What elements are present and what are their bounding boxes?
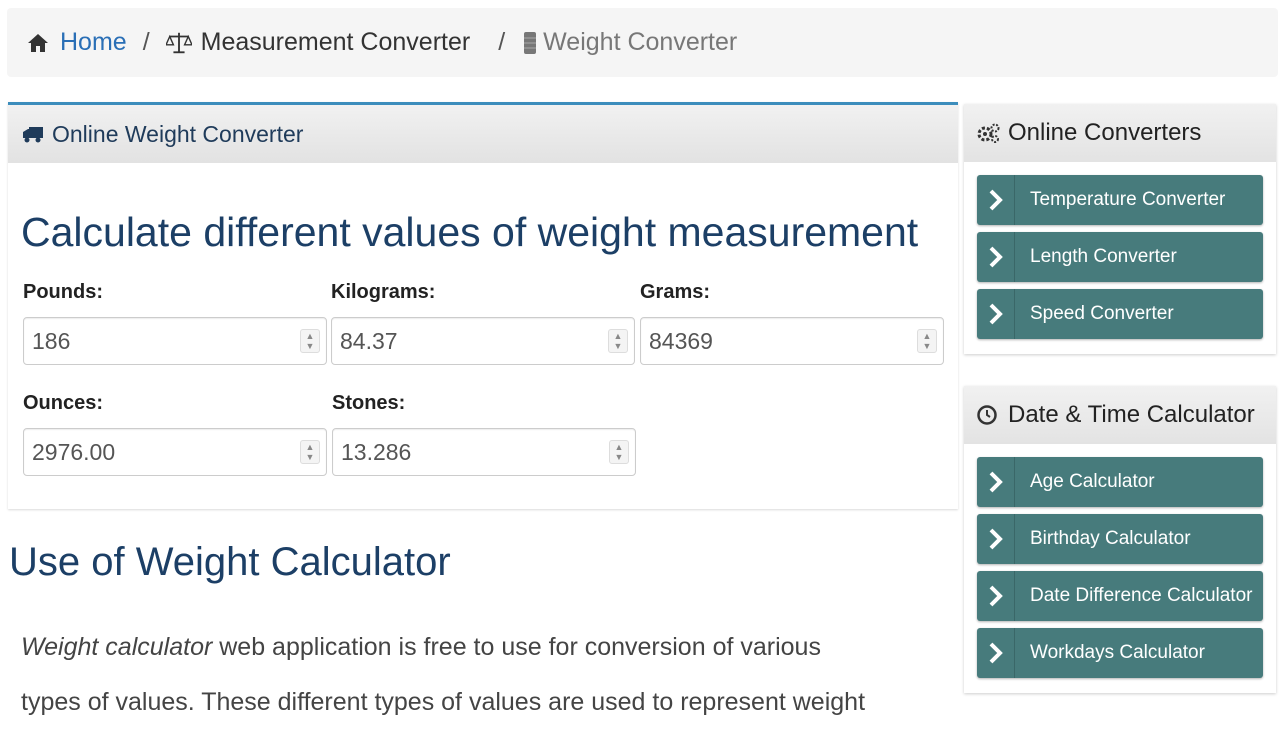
description-italic-lead: Weight calculator	[21, 633, 213, 661]
weight-converter-panel: Online Weight Converter Calculate differ…	[8, 102, 958, 509]
spin-up-icon[interactable]: ▲	[615, 442, 624, 452]
description-line-1: web application is free to use for conve…	[212, 633, 821, 661]
grams-field: Grams: 84369 ▲ ▼	[640, 281, 944, 365]
chevron-right-icon	[977, 628, 1015, 678]
online-converters-title: Online Converters	[1008, 119, 1202, 146]
pounds-label: Pounds:	[23, 281, 103, 303]
chevron-right-icon	[977, 457, 1015, 507]
converters-list: Temperature Converter Length Converter S…	[964, 162, 1276, 354]
spin-down-icon[interactable]: ▼	[306, 341, 315, 351]
chevron-right-icon	[977, 571, 1015, 621]
use-section-title: Use of Weight Calculator	[9, 540, 451, 584]
sidebar-item-date-difference-calculator[interactable]: Date Difference Calculator	[977, 571, 1263, 621]
grams-value: 84369	[649, 327, 713, 354]
spin-up-icon[interactable]: ▲	[614, 331, 623, 341]
kilograms-input[interactable]: 84.37 ▲ ▼	[331, 317, 635, 365]
home-icon	[25, 30, 51, 56]
online-converters-panel: Online Converters Temperature Converter …	[964, 104, 1276, 354]
breadcrumb-separator: /	[498, 28, 506, 56]
kilograms-spinner[interactable]: ▲ ▼	[608, 329, 628, 353]
sidebar-item-label: Length Converter	[1030, 246, 1177, 267]
gears-icon	[976, 121, 1000, 145]
breadcrumb-current-label: Weight Converter	[543, 28, 738, 56]
ounces-label: Ounces:	[23, 392, 104, 414]
chevron-right-icon	[977, 514, 1015, 564]
sidebar-item-age-calculator[interactable]: Age Calculator	[977, 457, 1263, 507]
stones-label: Stones:	[332, 392, 406, 414]
sidebar-item-label: Speed Converter	[1030, 303, 1174, 324]
sidebar-item-label: Temperature Converter	[1030, 189, 1226, 210]
grams-label: Grams:	[640, 281, 711, 303]
sidebar-item-speed-converter[interactable]: Speed Converter	[977, 289, 1263, 339]
breadcrumb: Home / Measurement Converter / Weight Co…	[7, 8, 1278, 77]
chevron-right-icon	[977, 175, 1015, 225]
stones-field: Stones: 13.286 ▲ ▼	[332, 392, 636, 476]
sidebar-item-label: Workdays Calculator	[1030, 642, 1205, 663]
clock-icon	[976, 403, 1000, 427]
breadcrumb-separator: /	[142, 28, 150, 56]
spin-down-icon[interactable]: ▼	[614, 341, 623, 351]
sidebar-item-length-converter[interactable]: Length Converter	[977, 232, 1263, 282]
date-time-header: Date & Time Calculator	[964, 386, 1276, 444]
sidebar-item-temperature-converter[interactable]: Temperature Converter	[977, 175, 1263, 225]
panel-header-title: Online Weight Converter	[52, 120, 304, 147]
stones-input[interactable]: 13.286 ▲ ▼	[332, 428, 636, 476]
spin-down-icon[interactable]: ▼	[615, 452, 624, 462]
spin-up-icon[interactable]: ▲	[306, 331, 315, 341]
sidebar-item-label: Age Calculator	[1030, 471, 1155, 492]
scale-icon	[165, 30, 192, 56]
sidebar-item-birthday-calculator[interactable]: Birthday Calculator	[977, 514, 1263, 564]
grams-input[interactable]: 84369 ▲ ▼	[640, 317, 944, 365]
spin-down-icon[interactable]: ▼	[923, 341, 932, 351]
spin-up-icon[interactable]: ▲	[923, 331, 932, 341]
spin-down-icon[interactable]: ▼	[306, 452, 315, 462]
pounds-spinner[interactable]: ▲ ▼	[300, 329, 320, 353]
chevron-right-icon	[977, 289, 1015, 339]
chevron-right-icon	[977, 232, 1015, 282]
ounces-input[interactable]: 2976.00 ▲ ▼	[23, 428, 327, 476]
grams-spinner[interactable]: ▲ ▼	[917, 329, 937, 353]
stones-value: 13.286	[341, 438, 412, 465]
ounces-spinner[interactable]: ▲ ▼	[300, 440, 320, 464]
panel-header: Online Weight Converter	[8, 105, 958, 163]
use-section-description: Weight calculator web application is fre…	[21, 620, 941, 730]
breadcrumb-home-link[interactable]: Home	[60, 28, 127, 57]
breadcrumb-current: Weight Converter	[521, 28, 737, 57]
ounces-value: 2976.00	[32, 438, 116, 465]
kilograms-field: Kilograms: 84.37 ▲ ▼	[331, 281, 635, 365]
description-line-2: types of values. These different types o…	[21, 688, 866, 716]
date-time-panel: Date & Time Calculator Age Calculator Bi…	[964, 386, 1276, 693]
pounds-input[interactable]: 186 ▲ ▼	[23, 317, 327, 365]
spin-up-icon[interactable]: ▲	[306, 442, 315, 452]
online-converters-header: Online Converters	[964, 104, 1276, 162]
breadcrumb-parent-link[interactable]: Measurement Converter	[201, 28, 471, 57]
date-time-list: Age Calculator Birthday Calculator Date …	[964, 444, 1276, 693]
calculator-title: Calculate different values of weight mea…	[21, 209, 919, 255]
kilograms-value: 84.37	[340, 327, 398, 354]
weight-icon	[521, 30, 539, 56]
sidebar-item-label: Date Difference Calculator	[1030, 585, 1253, 606]
truck-icon	[22, 124, 44, 144]
pounds-value: 186	[32, 327, 71, 354]
ounces-field: Ounces: 2976.00 ▲ ▼	[23, 392, 327, 476]
date-time-title: Date & Time Calculator	[1008, 401, 1255, 428]
sidebar-item-label: Birthday Calculator	[1030, 528, 1191, 549]
breadcrumb-parent[interactable]: Measurement Converter	[165, 28, 471, 57]
pounds-field: Pounds: 186 ▲ ▼	[23, 281, 327, 365]
stones-spinner[interactable]: ▲ ▼	[609, 440, 629, 464]
breadcrumb-home[interactable]: Home	[25, 28, 127, 57]
kilograms-label: Kilograms:	[331, 281, 436, 303]
sidebar-item-workdays-calculator[interactable]: Workdays Calculator	[977, 628, 1263, 678]
